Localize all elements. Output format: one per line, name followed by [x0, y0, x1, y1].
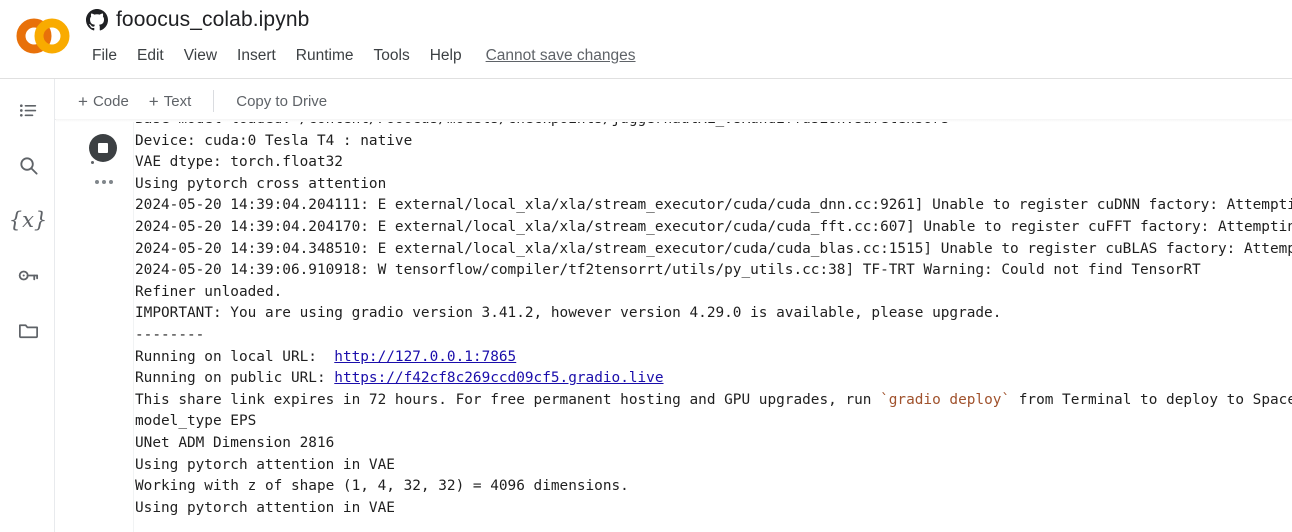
- sidebar-item-secrets[interactable]: [11, 258, 45, 292]
- menu-edit[interactable]: Edit: [127, 45, 174, 67]
- share-notice-text-after: from Terminal to deploy to Spaces (https…: [1018, 391, 1292, 408]
- stop-square-icon: [98, 143, 108, 153]
- output-line: --------: [135, 326, 205, 343]
- output-text-block: Base model loaded: /content/Fooocus/mode…: [134, 122, 1292, 519]
- output-line: 2024-05-20 14:39:06.910918: W tensorflow…: [135, 262, 1201, 279]
- notebook-cell-output: Base model loaded: /content/Fooocus/mode…: [56, 122, 1292, 532]
- output-line: Refiner unloaded.: [135, 283, 283, 300]
- menu-file[interactable]: File: [88, 45, 127, 67]
- local-url-link[interactable]: http://127.0.0.1:7865: [334, 349, 516, 365]
- public-url-link[interactable]: https://f42cf8c269ccd09cf5.gradio.live: [334, 370, 663, 386]
- notebook-title-row: fooocus_colab.ipynb: [86, 8, 309, 32]
- output-line: Base model loaded: /content/Fooocus/mode…: [135, 122, 1292, 131]
- plus-icon: +: [78, 91, 88, 111]
- output-line: 2024-05-20 14:39:04.204170: E external/l…: [135, 218, 1292, 235]
- add-text-label: Text: [163, 92, 192, 110]
- output-line: Device: cuda:0 Tesla T4 : native: [135, 132, 413, 149]
- add-code-cell-button[interactable]: + Code: [68, 89, 139, 114]
- menu-runtime[interactable]: Runtime: [286, 45, 364, 67]
- output-line: Using pytorch cross attention: [135, 175, 387, 192]
- execution-indicator-dot: [91, 161, 94, 164]
- menu-tools[interactable]: Tools: [364, 45, 420, 67]
- colab-logo[interactable]: [16, 16, 72, 56]
- copy-to-drive-button[interactable]: Copy to Drive: [228, 89, 335, 114]
- output-line: Using pytorch attention in VAE: [135, 456, 395, 473]
- add-text-cell-button[interactable]: + Text: [139, 89, 201, 114]
- files-folder-icon: [17, 319, 40, 342]
- menu-bar: File Edit View Insert Runtime Tools Help…: [88, 45, 644, 67]
- sidebar-item-search[interactable]: [11, 148, 45, 182]
- menu-insert[interactable]: Insert: [227, 45, 286, 67]
- toolbar-divider: [213, 90, 215, 112]
- left-sidebar-rail: {x}: [0, 79, 55, 532]
- output-line-local-url: Running on local URL: http://127.0.0.1:7…: [135, 347, 1292, 369]
- dot-icon: [102, 180, 106, 184]
- app-header: fooocus_colab.ipynb File Edit View Inser…: [0, 0, 1292, 79]
- add-code-label: Code: [92, 92, 129, 110]
- page-title: fooocus_colab.ipynb: [116, 8, 310, 31]
- search-icon: [17, 154, 40, 177]
- secrets-key-icon: [17, 264, 40, 287]
- plus-icon: +: [148, 91, 159, 111]
- menu-view[interactable]: View: [174, 45, 227, 67]
- public-url-label: Running on public URL:: [135, 370, 335, 387]
- github-icon: [86, 9, 108, 31]
- output-line: 2024-05-20 14:39:04.204111: E external/l…: [135, 197, 1292, 214]
- output-line: UNet ADM Dimension 2816: [135, 434, 335, 451]
- output-line: Working with z of shape (1, 4, 32, 32) =…: [135, 478, 629, 495]
- gradio-deploy-code: `gradio deploy`: [880, 391, 1011, 408]
- output-scroll-area[interactable]: Base model loaded: /content/Fooocus/mode…: [133, 122, 1292, 532]
- more-cell-actions-button[interactable]: [91, 172, 117, 192]
- output-line-public-url: Running on public URL: https://f42cf8c26…: [135, 368, 1292, 390]
- sidebar-item-files[interactable]: [11, 313, 45, 347]
- output-line: VAE dtype: torch.float32: [135, 154, 343, 171]
- output-line-share-notice: This share link expires in 72 hours. For…: [135, 390, 1292, 412]
- sidebar-item-table-of-contents[interactable]: [11, 93, 45, 127]
- content-top-shadow: [56, 119, 1292, 122]
- sidebar-item-variables[interactable]: {x}: [8, 203, 48, 237]
- notebook-toolbar: + Code + Text Copy to Drive: [56, 80, 1292, 122]
- dot-icon: [109, 180, 113, 184]
- save-status-link[interactable]: Cannot save changes: [478, 45, 644, 67]
- menu-help[interactable]: Help: [420, 45, 472, 67]
- variables-icon: {x}: [8, 208, 48, 232]
- table-of-contents-icon: [17, 99, 40, 122]
- output-line: IMPORTANT: You are using gradio version …: [135, 305, 1002, 322]
- stop-execution-button[interactable]: [89, 134, 117, 162]
- output-line: model_type EPS: [135, 413, 257, 430]
- output-line: Using pytorch attention in VAE: [135, 499, 395, 516]
- dot-icon: [95, 180, 99, 184]
- local-url-label: Running on local URL:: [135, 348, 335, 365]
- share-notice-text: This share link expires in 72 hours. For…: [135, 391, 881, 408]
- output-line: 2024-05-20 14:39:04.348510: E external/l…: [135, 240, 1292, 257]
